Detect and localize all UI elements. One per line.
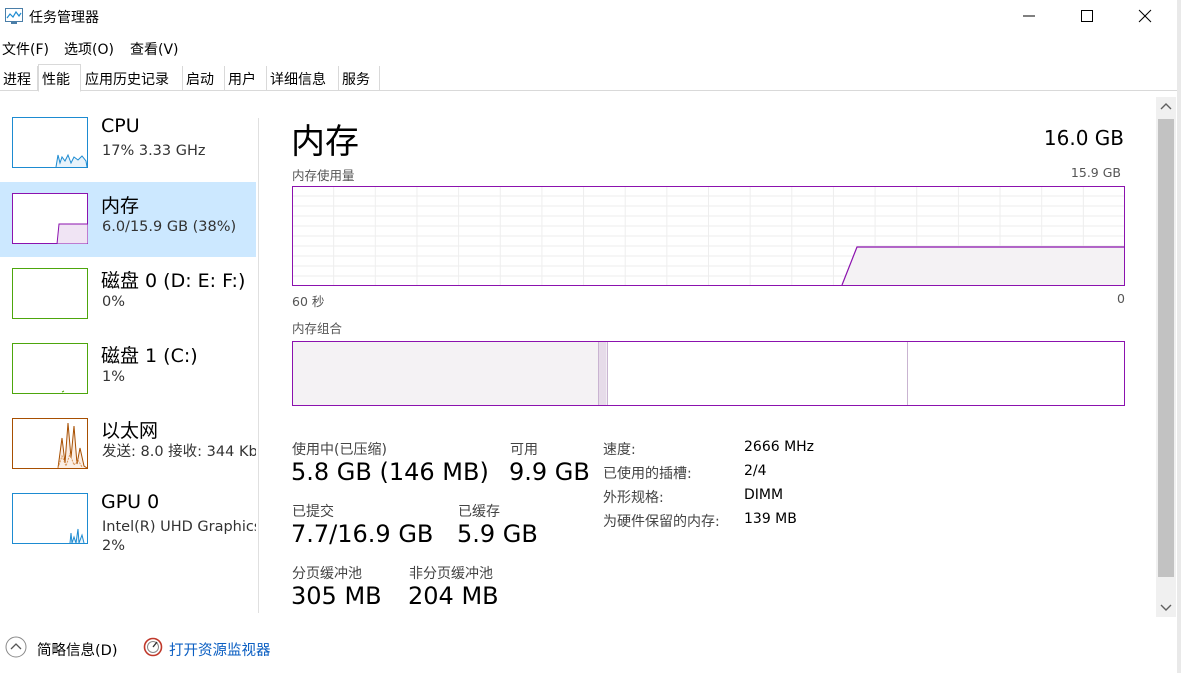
device-detail-2: 2%: [102, 538, 126, 554]
device-detail: 发送: 8.0 接收: 344 Kb: [102, 444, 256, 460]
device-detail: Intel(R) UHD Graphics: [102, 519, 256, 535]
vertical-scrollbar[interactable]: [1156, 97, 1176, 617]
close-button[interactable]: [1116, 0, 1174, 32]
usage-graph-max: 15.9 GB: [1070, 165, 1121, 180]
device-detail: 17% 3.33 GHz: [102, 143, 206, 159]
slots-used-label: 已使用的插槽:: [603, 466, 692, 482]
memory-usage-graph: [292, 186, 1125, 286]
in-use-segment: [292, 341, 599, 406]
panel-divider: [258, 118, 259, 613]
device-list: CPU 17% 3.33 GHz 内存 6.0/15.9 GB (38%) 磁盘…: [0, 92, 260, 612]
paged-pool-value: 305 MB: [291, 582, 382, 610]
maximize-icon: [1081, 10, 1093, 22]
scrollbar-thumb[interactable]: [1158, 119, 1174, 577]
disk1-thumbnail-graph: [12, 343, 88, 394]
modified-segment: [598, 341, 607, 406]
device-memory[interactable]: 内存 6.0/15.9 GB (38%): [0, 182, 256, 257]
form-factor-label: 外形规格:: [603, 490, 664, 506]
available-label: 可用: [510, 442, 538, 458]
in-use-label: 使用中(已压缩): [292, 442, 387, 458]
close-icon: [1138, 9, 1152, 23]
time-axis-end: 0: [1117, 291, 1125, 306]
disk0-thumbnail-graph: [12, 268, 88, 319]
tab-performance[interactable]: 性能: [38, 64, 81, 92]
speed-value: 2666 MHz: [744, 439, 815, 455]
device-name: CPU: [101, 115, 140, 137]
memory-composition-bar: [292, 341, 1125, 406]
device-name: 以太网: [101, 420, 159, 442]
device-ethernet[interactable]: 以太网 发送: 8.0 接收: 344 Kb: [0, 407, 256, 482]
resource-monitor-icon: [143, 637, 163, 657]
nonpaged-pool-label: 非分页缓冲池: [409, 566, 493, 582]
ethernet-thumbnail-graph: [12, 418, 88, 469]
hardware-reserved-label: 为硬件保留的内存:: [603, 514, 720, 530]
menu-view[interactable]: 查看(V): [130, 39, 179, 59]
device-detail: 0%: [102, 294, 126, 310]
memory-thumbnail-graph: [12, 193, 88, 244]
tab-processes[interactable]: 进程: [0, 66, 38, 91]
panel-title: 内存: [291, 122, 359, 162]
cpu-thumbnail-graph: [12, 117, 88, 168]
device-name: 内存: [101, 195, 140, 217]
scroll-up-arrow-icon[interactable]: [1156, 97, 1176, 117]
task-manager-app-icon: [5, 8, 23, 24]
available-value: 9.9 GB: [509, 458, 590, 486]
memory-usage-area: [842, 247, 1124, 285]
menu-file[interactable]: 文件(F): [2, 39, 49, 59]
device-name: 磁盘 0 (D: E: F:): [101, 270, 246, 292]
tab-app-history[interactable]: 应用历史记录: [82, 66, 183, 91]
footer: 简略信息(D) 打开资源监视器: [0, 632, 400, 664]
chevron-up-circle-icon[interactable]: [5, 636, 27, 658]
open-resource-monitor-link[interactable]: 打开资源监视器: [169, 639, 271, 660]
scroll-down-arrow-icon[interactable]: [1156, 597, 1176, 617]
task-manager-window: 任务管理器 文件(F) 选项(O) 查看(V) 进程 性能 应用历史记录 启动 …: [0, 0, 1177, 673]
committed-label: 已提交: [292, 504, 334, 520]
tab-details[interactable]: 详细信息: [267, 66, 339, 91]
minimize-button[interactable]: [1000, 0, 1058, 32]
slots-used-value: 2/4: [744, 463, 767, 479]
tab-services[interactable]: 服务: [339, 66, 380, 91]
maximize-button[interactable]: [1058, 0, 1116, 32]
total-memory: 16.0 GB: [1043, 126, 1124, 150]
form-factor-value: DIMM: [744, 487, 784, 503]
usage-graph-label: 内存使用量: [292, 168, 355, 183]
gpu-thumbnail-graph: [12, 493, 88, 544]
cached-value: 5.9 GB: [457, 520, 538, 548]
window-edge: [1177, 0, 1181, 673]
speed-label: 速度:: [603, 442, 636, 458]
device-disk-0[interactable]: 磁盘 0 (D: E: F:) 0%: [0, 257, 256, 332]
tab-users[interactable]: 用户: [225, 66, 267, 91]
device-cpu[interactable]: CPU 17% 3.33 GHz: [0, 106, 256, 181]
window-title: 任务管理器: [29, 10, 99, 26]
menu-options[interactable]: 选项(O): [64, 39, 114, 59]
title-bar: 任务管理器: [0, 0, 1177, 34]
fewer-details-button[interactable]: 简略信息(D): [37, 639, 117, 660]
device-detail: 6.0/15.9 GB (38%): [102, 219, 237, 235]
time-axis-start: 60 秒: [292, 294, 325, 309]
paged-pool-label: 分页缓冲池: [292, 566, 362, 582]
device-name: 磁盘 1 (C:): [101, 345, 198, 367]
tab-bar: 进程 性能 应用历史记录 启动 用户 详细信息 服务: [0, 64, 1177, 92]
device-disk-1[interactable]: 磁盘 1 (C:) 1%: [0, 332, 256, 407]
tab-startup[interactable]: 启动: [183, 66, 225, 91]
device-name: GPU 0: [101, 491, 160, 513]
device-gpu-0[interactable]: GPU 0 Intel(R) UHD Graphics 2%: [0, 482, 256, 557]
composition-graph-label: 内存组合: [292, 321, 343, 336]
hardware-reserved-value: 139 MB: [744, 511, 797, 527]
in-use-value: 5.8 GB (146 MB): [291, 458, 489, 486]
cached-label: 已缓存: [458, 504, 500, 520]
nonpaged-pool-value: 204 MB: [408, 582, 499, 610]
device-detail: 1%: [102, 369, 126, 385]
minimize-icon: [1023, 15, 1035, 17]
committed-value: 7.7/16.9 GB: [291, 520, 434, 548]
